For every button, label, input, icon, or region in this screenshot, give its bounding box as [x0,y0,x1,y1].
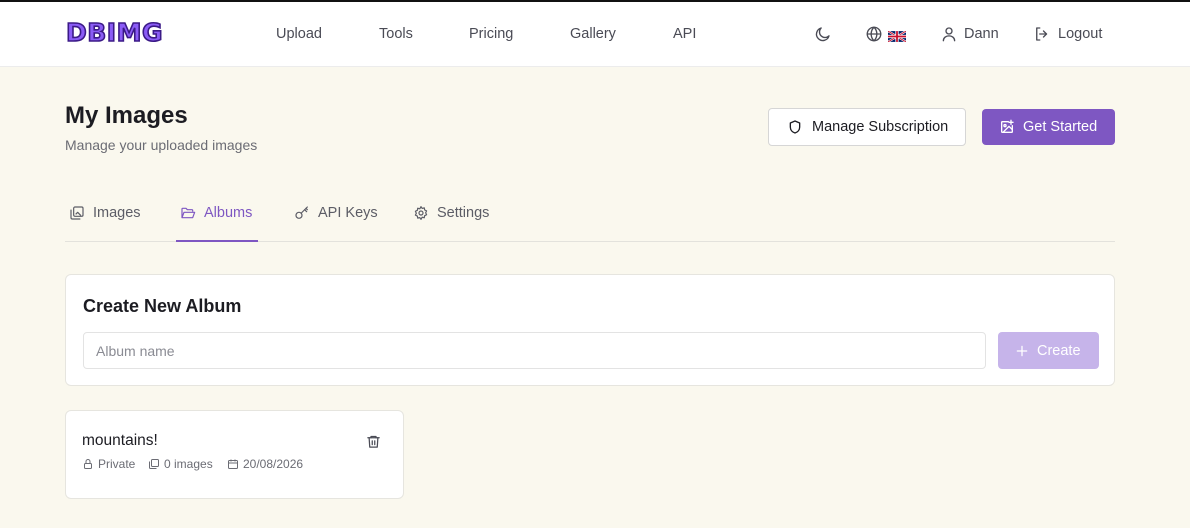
manage-subscription-label: Manage Subscription [812,119,949,135]
album-card[interactable]: mountains! Private 0 images 20/08/2026 [65,410,404,499]
key-icon [295,206,308,219]
nav-upload[interactable]: Upload [276,25,322,43]
moon-icon[interactable] [814,25,832,43]
get-started-label: Get Started [1023,119,1098,135]
uk-flag-icon[interactable] [888,31,906,42]
tab-images[interactable]: Images [69,196,149,242]
tab-settings-label: Settings [437,205,490,221]
nav-pricing[interactable]: Pricing [469,25,513,43]
album-image-count-label: 0 images [164,457,213,471]
album-date: 20/08/2026 [227,457,303,471]
user-icon[interactable] [940,25,958,43]
images-icon [149,459,159,469]
tab-settings[interactable]: Settings [413,196,503,242]
create-album-card: Create New Album Create [65,274,1115,386]
tab-api-keys-label: API Keys [318,205,378,221]
image-plus-icon [1001,119,1014,133]
nav-api[interactable]: API [673,25,696,43]
album-privacy-label: Private [98,457,136,471]
globe-icon[interactable] [865,25,883,43]
lock-icon [84,459,92,469]
tab-albums[interactable]: Albums [176,196,258,242]
album-date-label: 20/08/2026 [243,457,304,471]
get-started-button[interactable]: Get Started [982,109,1115,145]
tab-albums-label: Albums [204,205,253,221]
album-image-count: 0 images [148,457,213,471]
tab-images-label: Images [93,205,141,221]
calendar-icon [228,459,238,469]
create-button-label: Create [1037,342,1081,359]
create-album-button[interactable]: Create [998,332,1099,369]
nav-tools[interactable]: Tools [379,25,413,43]
top-header: DBIMG Upload Tools Pricing Gallery API D… [0,2,1190,67]
tab-bar: Images Albums API Keys Settings [65,196,1115,242]
tab-api-keys[interactable]: API Keys [294,196,384,242]
user-name[interactable]: Dann [964,25,999,43]
images-icon [70,206,84,220]
page-title: My Images [65,102,188,129]
album-name[interactable]: mountains! [82,431,158,450]
manage-subscription-button[interactable]: Manage Subscription [768,108,966,146]
nav-gallery[interactable]: Gallery [570,25,616,43]
page-subtitle: Manage your uploaded images [65,137,258,153]
dbimg-logo[interactable]: DBIMG [65,17,163,49]
folder-open-icon [181,207,196,219]
logout-icon[interactable] [1033,25,1051,43]
plus-icon [1016,345,1028,356]
create-album-title: Create New Album [83,296,242,316]
album-name-input[interactable] [83,332,986,369]
logout-link[interactable]: Logout [1058,25,1102,43]
shield-icon [789,120,801,134]
trash-icon[interactable] [366,434,381,449]
album-privacy: Private [82,457,135,471]
gear-icon [414,206,428,220]
